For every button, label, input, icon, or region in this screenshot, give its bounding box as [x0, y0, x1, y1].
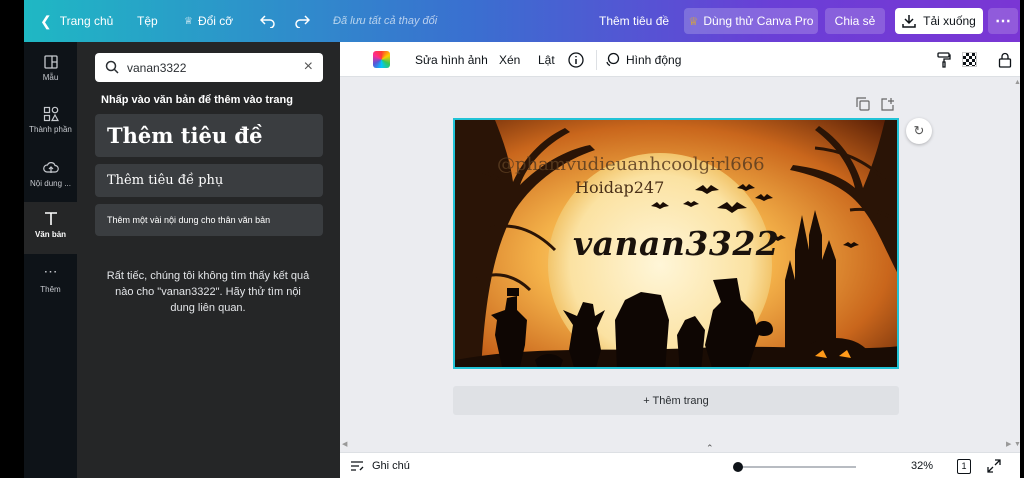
crown-icon: ♕	[184, 15, 193, 27]
add-page-button[interactable]: + Thêm trang	[453, 386, 899, 415]
rail-item-elements[interactable]: Thành phần	[24, 100, 77, 150]
download-label: Tải xuống	[923, 14, 976, 28]
add-page-icon[interactable]	[881, 97, 895, 111]
panel-hint: Nhấp vào văn bản để thêm vào trang	[101, 94, 293, 106]
download-button[interactable]: Tải xuống	[895, 8, 983, 34]
more-icon: ⋯	[43, 263, 58, 279]
animate-icon	[606, 52, 620, 67]
top-bar: ❮ Trang chủ Tệp ♕ Đổi cỡ Đã lưu tất cả t…	[24, 0, 1020, 42]
rail-label: Mẫu	[42, 73, 59, 82]
design-title-text[interactable]: vanan3322	[573, 224, 779, 263]
fullscreen-button[interactable]	[987, 453, 1001, 478]
transparency-button[interactable]	[962, 42, 977, 77]
save-status: Đã lưu tất cả thay đổi	[333, 15, 438, 27]
more-options-button[interactable]: ⋯	[988, 8, 1018, 34]
bottom-bar: Ghi chú 32% 1	[340, 452, 1020, 478]
duplicate-page-icon[interactable]	[856, 97, 870, 111]
home-button[interactable]: ❮ Trang chủ	[40, 0, 113, 42]
info-icon	[568, 51, 584, 68]
rail-item-more[interactable]: ⋯ Thêm	[24, 260, 77, 310]
scroll-right-arrow[interactable]: ▶	[1006, 440, 1011, 448]
shapes-icon	[43, 106, 59, 122]
lock-icon	[998, 52, 1012, 68]
design-page[interactable]: @phamvudieuanhcoolgirl666 Hoidap247 vana…	[453, 118, 899, 369]
rail-item-uploads[interactable]: Nội dung ...	[24, 154, 77, 204]
checkerboard-icon	[962, 52, 977, 67]
more-dots-icon: ⋯	[995, 13, 1011, 30]
home-label: Trang chủ	[59, 14, 114, 28]
add-subheading-button[interactable]: Thêm tiêu đề phụ	[95, 164, 323, 197]
resize-label: Đổi cỡ	[197, 14, 234, 28]
page-count-button[interactable]: 1	[957, 453, 971, 478]
watermark-username: @phamvudieuanhcoolgirl666	[497, 154, 765, 175]
scroll-left-arrow[interactable]: ◀	[342, 440, 347, 448]
context-toolbar: Sửa hình ảnh Xén Lật Hình động	[340, 42, 1020, 77]
crop-button[interactable]: Xén	[499, 42, 520, 77]
chevron-left-icon: ❮	[40, 12, 52, 29]
text-icon	[44, 212, 57, 225]
scroll-down-arrow[interactable]: ▼	[1014, 441, 1020, 448]
rail-item-templates[interactable]: Mẫu	[24, 48, 77, 98]
toolbar-divider	[596, 50, 597, 70]
notes-button[interactable]: Ghi chú	[350, 453, 410, 478]
try-pro-button[interactable]: ♕ Dùng thử Canva Pro	[684, 8, 818, 34]
undo-button[interactable]	[260, 0, 276, 42]
color-swatch-icon	[373, 51, 390, 68]
rail-label: Nội dung ...	[30, 179, 71, 188]
edit-image-button[interactable]: Sửa hình ảnh	[415, 42, 488, 77]
rail-label: Thành phần	[29, 125, 72, 134]
rail-label: Thêm	[40, 285, 61, 294]
canva-editor: ❮ Trang chủ Tệp ♕ Đổi cỡ Đã lưu tất cả t…	[24, 0, 1020, 478]
copy-style-button[interactable]	[937, 42, 951, 77]
download-icon	[902, 15, 916, 28]
zoom-slider-track[interactable]	[738, 466, 856, 468]
animate-button[interactable]: Hình động	[605, 42, 681, 77]
redo-button[interactable]	[294, 0, 310, 42]
page-count: 1	[957, 458, 971, 474]
share-button[interactable]: Chia sẻ	[825, 8, 885, 34]
flip-button[interactable]: Lật	[538, 42, 555, 77]
search-input[interactable]: vanan3322 ×	[95, 53, 323, 82]
add-heading-button[interactable]: Thêm tiêu đề	[95, 114, 323, 157]
notes-label: Ghi chú	[372, 460, 410, 472]
right-black-margin	[1020, 0, 1024, 478]
cloud-upload-icon	[42, 162, 59, 173]
notes-icon	[351, 461, 364, 471]
rail-item-text[interactable]: Văn bản	[24, 202, 77, 254]
watermark-site: Hoidap247	[575, 178, 665, 197]
file-label: Tệp	[137, 14, 158, 28]
paint-roller-icon	[937, 51, 951, 68]
info-button[interactable]	[568, 42, 584, 77]
scroll-up-arrow[interactable]: ▲	[1014, 79, 1020, 86]
canvas-area: @phamvudieuanhcoolgirl666 Hoidap247 vana…	[340, 77, 1020, 453]
share-label: Chia sẻ	[834, 14, 876, 28]
text-panel: vanan3322 × Nhấp vào văn bản để thêm vào…	[77, 42, 340, 478]
undo-icon	[260, 15, 275, 28]
resize-button[interactable]: ♕ Đổi cỡ	[184, 0, 233, 42]
redo-icon	[295, 15, 310, 28]
no-results-message: Rất tiếc, chúng tôi không tìm thấy kết q…	[106, 270, 310, 314]
left-black-margin	[0, 0, 24, 478]
refresh-icon: ↻	[913, 123, 925, 138]
design-title[interactable]: Thêm tiêu đề	[599, 0, 669, 42]
color-picker-button[interactable]	[373, 42, 390, 77]
expand-icon	[987, 459, 1001, 473]
try-pro-label: Dùng thử Canva Pro	[703, 14, 814, 28]
search-icon	[105, 60, 119, 74]
lock-button[interactable]	[998, 42, 1012, 77]
file-menu[interactable]: Tệp	[137, 0, 158, 42]
rotate-button[interactable]: ↻	[906, 118, 932, 144]
layout-icon	[43, 55, 58, 69]
clear-search-icon[interactable]: ×	[304, 58, 313, 76]
rail-label: Văn bản	[34, 230, 67, 239]
animate-label: Hình động	[626, 52, 682, 67]
left-rail: Mẫu Thành phần Nội dung ... Văn bản ⋯ Th…	[24, 42, 77, 478]
zoom-level[interactable]: 32%	[911, 453, 933, 478]
add-body-text-button[interactable]: Thêm một vài nội dung cho thân văn bản	[95, 204, 323, 236]
crown-icon: ♕	[688, 15, 699, 28]
search-value: vanan3322	[127, 61, 187, 75]
zoom-slider-handle[interactable]	[733, 462, 743, 472]
